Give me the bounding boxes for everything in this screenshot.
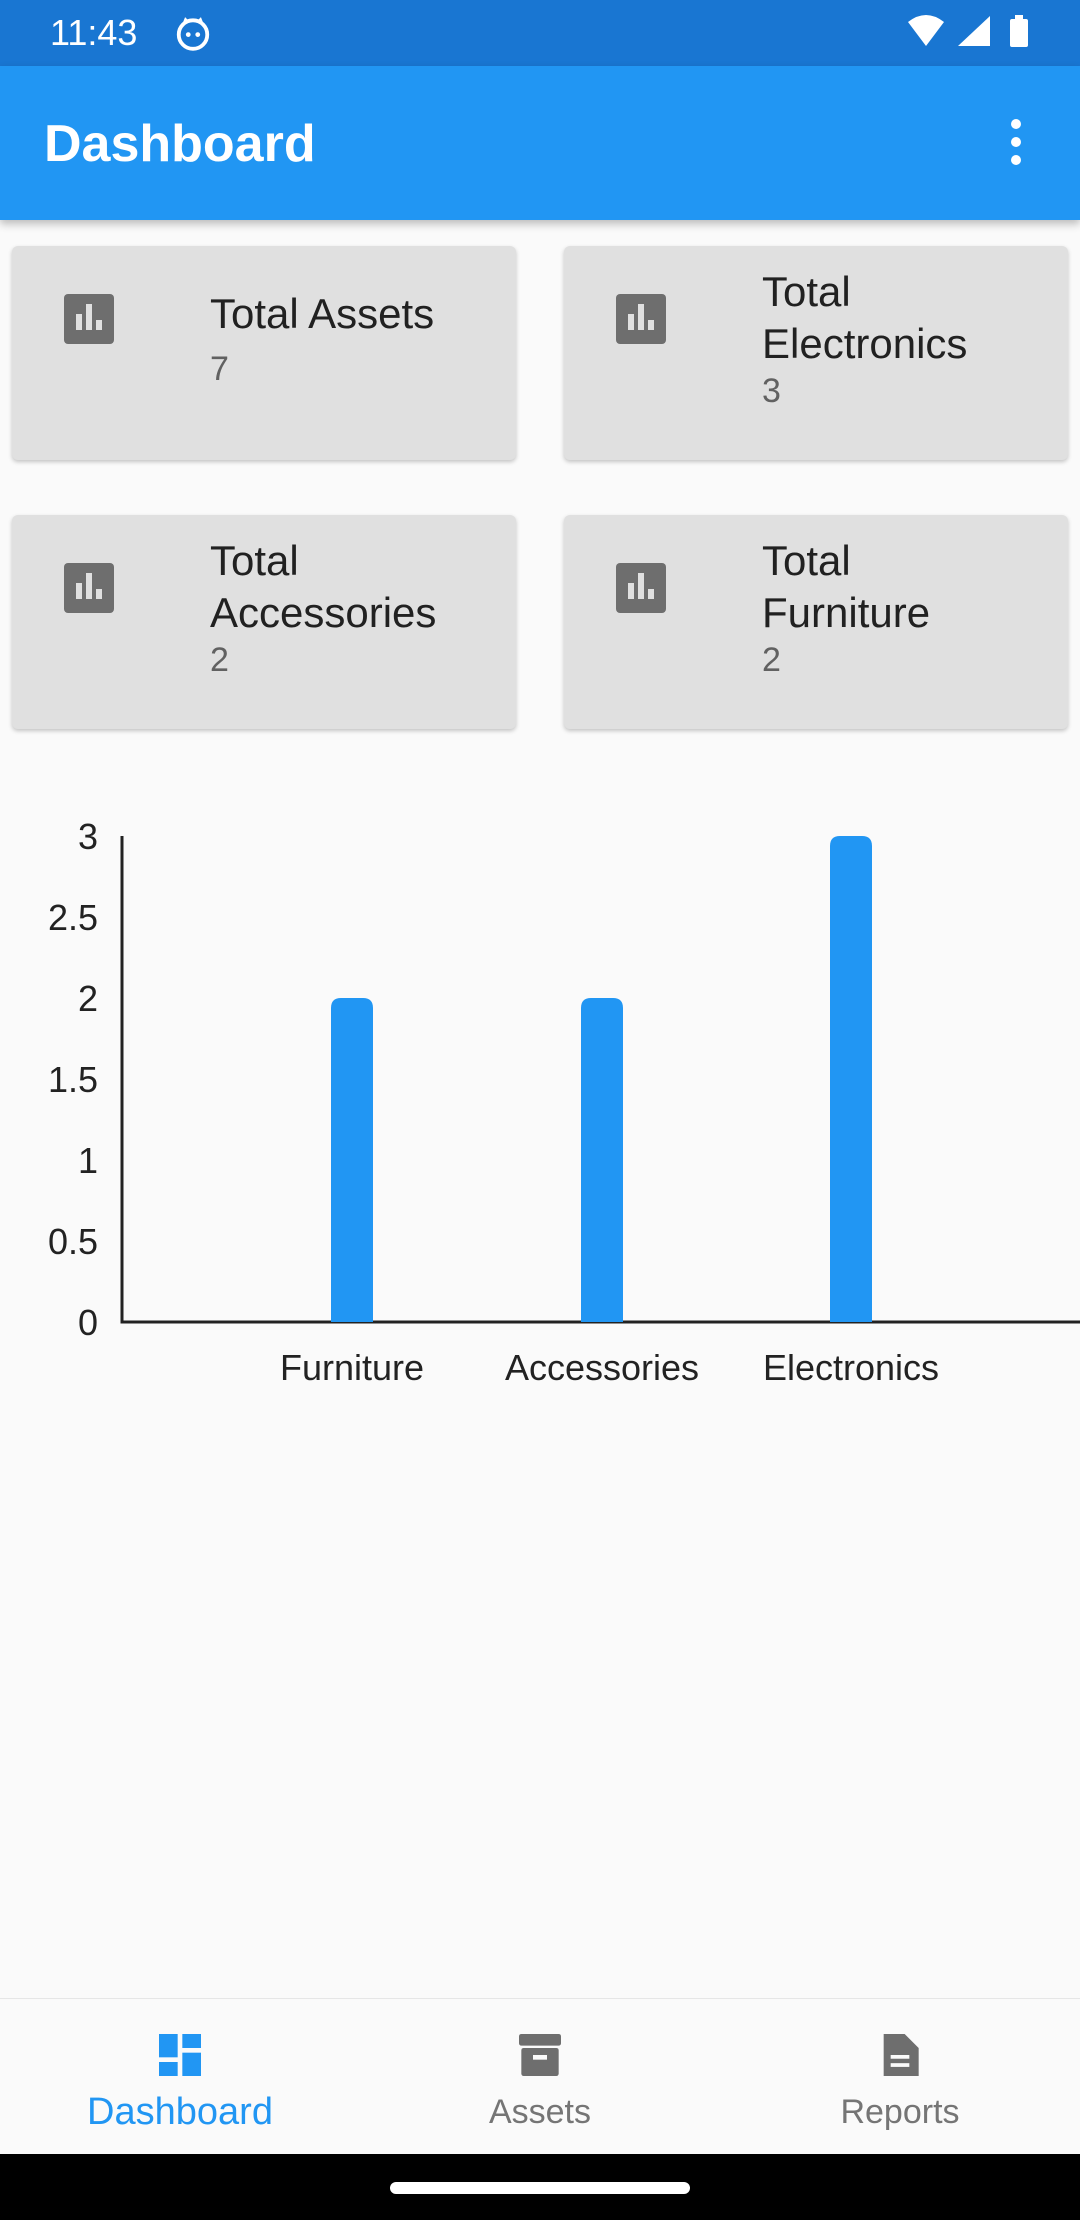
nav-label-dashboard: Dashboard [87, 2091, 273, 2133]
battery-icon [1010, 19, 1028, 47]
nav-label-assets: Assets [488, 2093, 592, 2131]
nav-label-reports: Reports [840, 2093, 960, 2131]
bar-chart-icon [64, 563, 114, 613]
status-time: 11:43 [50, 12, 138, 53]
bar-chart-icon [64, 294, 114, 344]
dashboard-icon [159, 2034, 201, 2076]
card-value: 7 [210, 350, 229, 388]
nav-item-reports[interactable]: Reports [720, 1999, 1080, 2154]
bar-chart: 0 0.5 1 1.5 2 2.5 3 Furniture Accessories Electro… [48, 816, 1080, 1388]
stat-card-total-furniture[interactable]: Total Furniture 2 [564, 515, 1068, 729]
y-tick-label: 2 [78, 978, 98, 1019]
card-label: Total Accessories [210, 537, 437, 636]
card-label: Total Furniture [762, 537, 931, 636]
stat-card-total-accessories[interactable]: Total Accessories 2 [12, 515, 516, 729]
signal-icon [958, 16, 990, 46]
page-title: Dashboard [44, 115, 316, 173]
x-tick-label-furniture: Furniture [280, 1347, 424, 1388]
bar-chart-icon [616, 563, 666, 613]
nav-item-dashboard[interactable]: Dashboard [0, 1999, 360, 2154]
y-tick-label: 1 [78, 1140, 98, 1181]
home-gesture-handle[interactable] [390, 2182, 690, 2194]
card-value: 2 [762, 641, 781, 679]
system-navigation-bar [0, 2154, 1080, 2220]
stat-card-total-assets[interactable]: Total Assets 7 [12, 246, 516, 460]
stat-card-total-electronics[interactable]: Total Electronics 3 [564, 246, 1068, 460]
archive-icon [519, 2034, 561, 2076]
app-bar: Dashboard [0, 66, 1080, 220]
y-tick-label: 2.5 [48, 897, 98, 938]
more-options-icon[interactable] [986, 112, 1046, 172]
bar-electronics [830, 836, 872, 1322]
notification-app-icon [176, 17, 210, 51]
bar-accessories [581, 998, 623, 1322]
wifi-icon [908, 15, 944, 46]
document-icon [883, 2034, 919, 2076]
card-label: Total Assets [210, 290, 435, 337]
bar-chart-icon [616, 294, 666, 344]
card-value: 2 [210, 641, 229, 679]
y-tick-label: 3 [78, 816, 98, 857]
y-tick-label: 0.5 [48, 1221, 98, 1262]
y-tick-label: 0 [78, 1302, 98, 1343]
x-tick-label-accessories: Accessories [505, 1347, 699, 1388]
status-indicators [908, 15, 1028, 47]
card-value: 3 [762, 372, 781, 410]
y-tick-label: 1.5 [48, 1059, 98, 1100]
bottom-navigation: Dashboard Assets Reports [0, 1998, 1080, 2154]
bar-furniture [331, 998, 373, 1322]
status-bar: 11:43 [0, 0, 1080, 66]
nav-item-assets[interactable]: Assets [360, 1999, 720, 2154]
card-label: Total Electronics [762, 268, 968, 367]
x-tick-label-electronics: Electronics [763, 1347, 939, 1388]
